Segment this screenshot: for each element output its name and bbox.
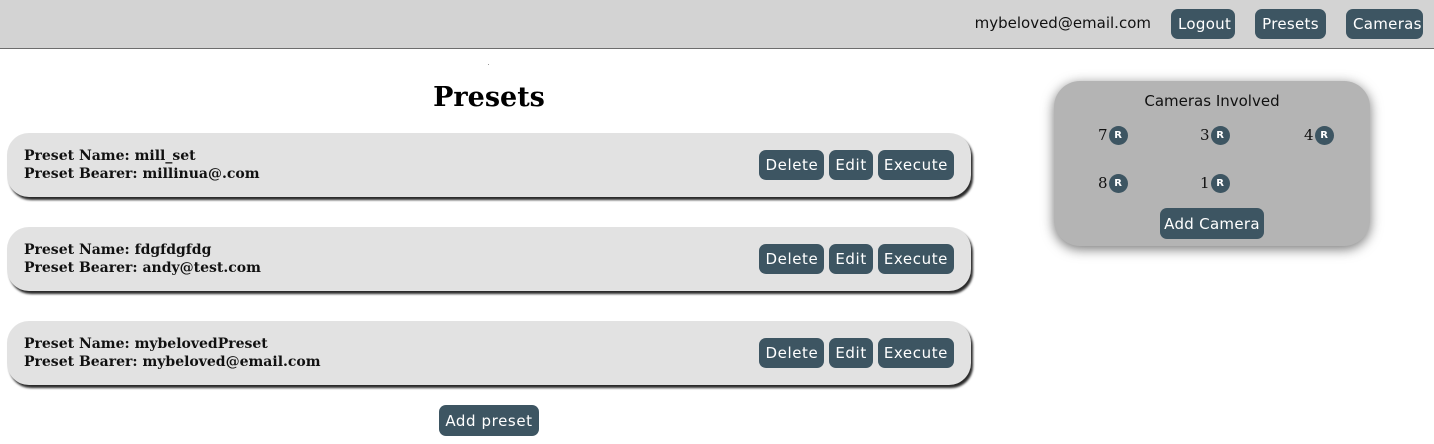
cameras-involved-panel: Cameras Involved 7 R 3 R 4 R 8 R 1 R Add… — [1054, 81, 1370, 246]
preset-name: Preset Name: fdgfdgfdg — [24, 242, 212, 258]
camera-number: 4 — [1304, 126, 1314, 144]
camera-item: 4 R — [1304, 124, 1334, 146]
preset-card: Preset Name: mybelovedPreset Preset Bear… — [7, 321, 971, 385]
preset-name: Preset Name: mill_set — [24, 148, 196, 164]
preset-actions: Delete Edit Execute — [759, 338, 954, 368]
preset-info: Preset Name: mill_set Preset Bearer: mil… — [24, 147, 260, 183]
camera-number: 1 — [1200, 174, 1210, 192]
preset-card: Preset Name: fdgfdgfdg Preset Bearer: an… — [7, 227, 971, 291]
camera-item: 3 R — [1200, 124, 1230, 146]
preset-info: Preset Name: fdgfdgfdg Preset Bearer: an… — [24, 241, 261, 277]
delete-button[interactable]: Delete — [759, 150, 825, 180]
divider-dot — [488, 64, 489, 65]
edit-button[interactable]: Edit — [829, 150, 873, 180]
logout-button[interactable]: Logout — [1171, 9, 1235, 39]
preset-actions: Delete Edit Execute — [759, 150, 954, 180]
user-email: mybeloved@email.com — [974, 14, 1151, 32]
camera-number: 3 — [1200, 126, 1210, 144]
camera-number: 8 — [1098, 174, 1108, 192]
add-preset-button[interactable]: Add preset — [439, 405, 539, 436]
remove-camera-button[interactable]: R — [1210, 125, 1230, 145]
remove-camera-button[interactable]: R — [1210, 173, 1230, 193]
camera-item: 8 R — [1098, 172, 1128, 194]
preset-bearer: Preset Bearer: millinua@.com — [24, 166, 260, 182]
panel-title: Cameras Involved — [1144, 92, 1280, 110]
edit-button[interactable]: Edit — [829, 338, 873, 368]
preset-actions: Delete Edit Execute — [759, 244, 954, 274]
execute-button[interactable]: Execute — [877, 150, 954, 180]
edit-button[interactable]: Edit — [829, 244, 873, 274]
preset-bearer: Preset Bearer: mybeloved@email.com — [24, 354, 321, 370]
page-title: Presets — [433, 82, 545, 113]
preset-info: Preset Name: mybelovedPreset Preset Bear… — [24, 335, 321, 371]
camera-number: 7 — [1098, 126, 1108, 144]
cameras-nav-button[interactable]: Cameras — [1346, 9, 1423, 39]
delete-button[interactable]: Delete — [759, 244, 825, 274]
preset-name: Preset Name: mybelovedPreset — [24, 336, 268, 352]
delete-button[interactable]: Delete — [759, 338, 825, 368]
add-camera-button[interactable]: Add Camera — [1160, 208, 1264, 239]
remove-camera-button[interactable]: R — [1108, 125, 1128, 145]
top-navbar: mybeloved@email.com Logout Presets Camer… — [0, 0, 1434, 49]
preset-card: Preset Name: mill_set Preset Bearer: mil… — [7, 133, 971, 197]
camera-item: 1 R — [1200, 172, 1230, 194]
remove-camera-button[interactable]: R — [1108, 173, 1128, 193]
execute-button[interactable]: Execute — [877, 338, 954, 368]
execute-button[interactable]: Execute — [877, 244, 954, 274]
preset-bearer: Preset Bearer: andy@test.com — [24, 260, 261, 276]
presets-nav-button[interactable]: Presets — [1255, 9, 1326, 39]
remove-camera-button[interactable]: R — [1314, 125, 1334, 145]
camera-item: 7 R — [1098, 124, 1128, 146]
